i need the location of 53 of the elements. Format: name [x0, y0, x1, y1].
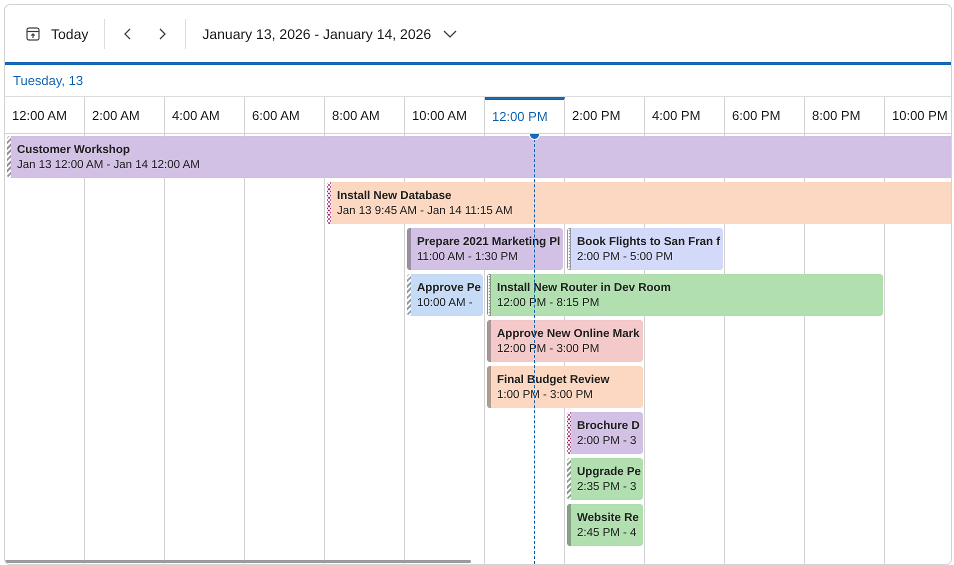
- event-title: Approve Pe: [417, 282, 481, 294]
- time-slot-header[interactable]: 6:00 PM: [725, 97, 805, 133]
- event-title: Book Flights to San Fran f: [577, 236, 720, 248]
- event-time: 10:00 AM -: [417, 296, 474, 308]
- event-card[interactable]: Install New Database Jan 13 9:45 AM - Jan 14 11:15 AM: [327, 182, 951, 224]
- event-title: Final Budget Review: [497, 374, 610, 386]
- date-range-dropdown[interactable]: January 13, 2026 - January 14, 2026: [194, 20, 466, 48]
- today-button[interactable]: Today: [17, 20, 96, 48]
- time-slot-header[interactable]: 8:00 AM: [325, 97, 405, 133]
- event-title: Approve New Online Mark: [497, 328, 640, 340]
- event-time: 2:45 PM - 4: [577, 526, 638, 538]
- time-slot-header[interactable]: 12:00 PM: [485, 97, 565, 133]
- event-card[interactable]: Website Re 2:45 PM - 4: [567, 504, 643, 546]
- event-time: Jan 13 9:45 AM - Jan 14 11:15 AM: [337, 204, 513, 216]
- time-slot-header[interactable]: 2:00 AM: [85, 97, 165, 133]
- event-title: Install New Database: [337, 190, 452, 202]
- event-card[interactable]: Book Flights to San Fran f 2:00 PM - 5:00 PM: [567, 228, 723, 270]
- event-card[interactable]: Prepare 2021 Marketing Pl 11:00 AM - 1:30 PM: [407, 228, 563, 270]
- event-time: 1:00 PM - 3:00 PM: [497, 388, 594, 400]
- chevron-down-icon: [443, 30, 458, 38]
- event-card[interactable]: Final Budget Review 1:00 PM - 3:00 PM: [487, 366, 643, 408]
- event-time: Jan 13 12:00 AM - Jan 14 12:00 AM: [17, 158, 200, 170]
- event-time: 2:00 PM - 5:00 PM: [577, 250, 674, 262]
- time-slot-header[interactable]: 4:00 AM: [165, 97, 245, 133]
- chevron-left-icon: [123, 26, 134, 40]
- event-title: Customer Workshop: [17, 144, 131, 156]
- event-title: Install New Router in Dev Room: [497, 282, 671, 294]
- event-card[interactable]: Upgrade Pe 2:35 PM - 3: [567, 458, 643, 500]
- time-slot-header[interactable]: 2:00 PM: [565, 97, 645, 133]
- time-slot-header[interactable]: 6:00 AM: [245, 97, 325, 133]
- calendar-icon: [25, 26, 41, 42]
- event-card[interactable]: Approve New Online Mark 12:00 PM - 3:00 PM: [487, 320, 643, 362]
- event-card[interactable]: Customer Workshop Jan 13 12:00 AM - Jan 14 12:00 AM: [7, 136, 951, 178]
- event-card[interactable]: Install New Router in Dev Room 12:00 PM - 8:15 PM: [487, 274, 883, 316]
- day-label: Tuesday, 13: [13, 73, 84, 88]
- time-slot-header[interactable]: 4:00 PM: [645, 97, 725, 133]
- event-time: 12:00 PM - 8:15 PM: [497, 296, 600, 308]
- event-time: 2:35 PM - 3: [577, 480, 638, 492]
- event-card[interactable]: Approve Pe 10:00 AM -: [407, 274, 483, 316]
- time-slot-header[interactable]: 10:00 PM: [885, 97, 951, 133]
- event-title: Website Re: [577, 512, 639, 524]
- event-title: Brochure D: [577, 420, 640, 432]
- time-slot-header[interactable]: 10:00 AM: [405, 97, 485, 133]
- chevron-right-icon: [157, 26, 168, 40]
- event-title: Prepare 2021 Marketing Pl: [417, 236, 560, 248]
- event-title: Upgrade Pe: [577, 466, 641, 478]
- horizontal-scrollbar[interactable]: [5, 560, 471, 563]
- time-slot-header[interactable]: 12:00 AM: [5, 97, 85, 133]
- event-time: 12:00 PM - 3:00 PM: [497, 342, 600, 354]
- event-time: 2:00 PM - 3: [577, 434, 638, 446]
- time-slot-header[interactable]: 8:00 PM: [805, 97, 885, 133]
- event-time: 11:00 AM - 1:30 PM: [417, 250, 519, 262]
- event-card[interactable]: Brochure D 2:00 PM - 3: [567, 412, 643, 454]
